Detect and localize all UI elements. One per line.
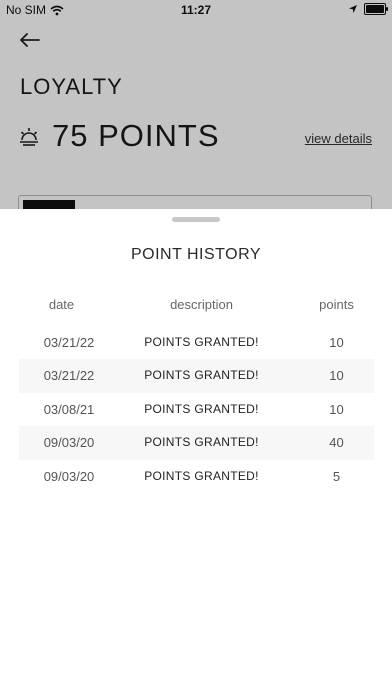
header-date: date <box>48 297 75 312</box>
point-history-sheet: POINT HISTORY date description points 03… <box>0 209 392 696</box>
table-row: 03/21/22 POINTS GRANTED! 10 <box>19 326 374 359</box>
row-points: 40 <box>329 435 344 451</box>
row-description: POINTS GRANTED! <box>144 368 259 383</box>
header-points: points <box>319 297 354 312</box>
history-table: 03/21/22 POINTS GRANTED! 10 03/21/22 POI… <box>19 326 374 493</box>
table-header: date description points <box>19 297 374 317</box>
table-row: 03/08/21 POINTS GRANTED! 10 <box>19 393 374 426</box>
row-points: 5 <box>332 468 341 484</box>
row-points: 10 <box>329 335 344 350</box>
header-description: description <box>170 297 233 312</box>
row-points: 10 <box>329 368 344 384</box>
sheet-drag-handle[interactable] <box>172 217 220 222</box>
row-points: 10 <box>329 401 344 417</box>
row-description: POINTS GRANTED! <box>144 435 259 450</box>
row-description: POINTS GRANTED! <box>144 401 259 416</box>
table-row: 03/21/22 POINTS GRANTED! 10 <box>19 359 374 393</box>
table-row: 09/03/20 POINTS GRANTED! 5 <box>19 460 374 493</box>
sheet-title: POINT HISTORY <box>130 246 262 263</box>
table-row: 09/03/20 POINTS GRANTED! 40 <box>19 426 374 460</box>
row-description: POINTS GRANTED! <box>144 335 259 349</box>
row-description: POINTS GRANTED! <box>144 468 259 483</box>
